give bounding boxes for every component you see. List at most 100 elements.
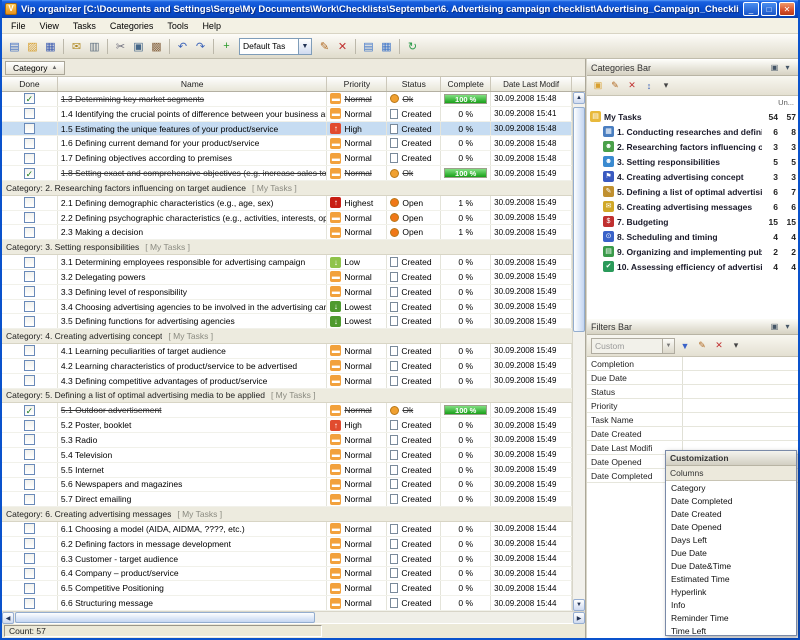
filter-field-value[interactable] [683,399,798,412]
done-checkbox[interactable] [24,583,35,594]
done-checkbox[interactable] [24,538,35,549]
delete-category-icon[interactable]: ✕ [625,79,639,93]
done-checkbox[interactable] [24,123,35,134]
task-row[interactable]: 3.2 Delegating powers▬NormalCreated0 %30… [2,270,572,285]
menu-categories[interactable]: Categories [103,20,161,32]
group-row[interactable]: Category: 3. Setting responsibilities[ M… [2,240,572,255]
menu-tools[interactable]: Tools [160,20,195,32]
panel-dock-icon[interactable]: ▣ [768,61,781,74]
new-file-icon[interactable]: ▤ [6,38,23,55]
categories-menu-icon[interactable]: ▾ [659,79,673,93]
tree-item[interactable]: ⚑4. Creating advertising concept33 [587,169,798,184]
customization-item[interactable]: Time Left [666,624,796,635]
done-checkbox[interactable] [24,434,35,445]
done-checkbox[interactable] [24,598,35,609]
tree-item[interactable]: ☻3. Setting responsibilities55 [587,154,798,169]
task-row[interactable]: 1.5 Estimating the unique features of yo… [2,122,572,137]
task-row[interactable]: 4.3 Defining competitive advantages of p… [2,374,572,389]
vertical-scroll-thumb[interactable] [573,107,585,332]
menu-tasks[interactable]: Tasks [66,20,103,32]
done-checkbox[interactable] [24,494,35,505]
done-checkbox[interactable] [24,271,35,282]
customization-item[interactable]: Date Completed [666,494,796,507]
chevron-down-icon[interactable]: ▼ [662,339,674,353]
group-row[interactable]: Category: 6. Creating advertising messag… [2,507,572,522]
done-checkbox[interactable] [24,286,35,297]
done-checkbox[interactable] [24,420,35,431]
customization-item[interactable]: Due Date [666,546,796,559]
task-row[interactable]: 4.1 Learning peculiarities of target aud… [2,344,572,359]
email-icon[interactable]: ✉ [68,38,85,55]
paste-icon[interactable]: ▩ [148,38,165,55]
menu-help[interactable]: Help [195,20,228,32]
cut-icon[interactable]: ✂ [112,38,129,55]
tree-item[interactable]: ✎5. Defining a list of optimal advertisi… [587,184,798,199]
done-checkbox[interactable] [24,227,35,238]
task-row[interactable]: 3.5 Defining functions for advertising a… [2,314,572,329]
new-category-icon[interactable]: ▣ [591,79,605,93]
task-row[interactable]: 2.2 Defining psychographic characteristi… [2,211,572,226]
edit-task-icon[interactable]: ✎ [316,38,333,55]
done-checkbox[interactable] [24,345,35,356]
task-row[interactable]: 6.5 Competitive Positioning▬NormalCreate… [2,581,572,596]
copy-icon[interactable]: ▣ [130,38,147,55]
task-row[interactable]: 5.7 Direct emailing▬NormalCreated0 %30.0… [2,492,572,507]
tree-item[interactable]: ☻2. Researching factors influencing on33 [587,139,798,154]
task-row[interactable]: 6.1 Choosing a model (AIDA, AIDMA, ????,… [2,522,572,537]
filter-field-row[interactable]: Task Name [587,413,798,427]
add-task-icon[interactable]: + [218,38,235,55]
task-list-view-icon[interactable]: ▤ [360,38,377,55]
customization-title[interactable]: Customization [666,451,796,466]
task-row[interactable]: 6.4 Company – product/service▬NormalCrea… [2,567,572,582]
task-row[interactable]: ✓5.1 Outdoor advertisement▬NormalOk100 %… [2,403,572,418]
task-row[interactable]: 5.3 Radio▬NormalCreated0 %30.09.2008 15:… [2,433,572,448]
filter-field-value[interactable] [683,371,798,384]
save-icon[interactable]: ▦ [42,38,59,55]
filter-field-row[interactable]: Completion [587,357,798,371]
move-category-icon[interactable]: ↕ [642,79,656,93]
done-checkbox[interactable] [24,257,35,268]
column-header-priority[interactable]: Priority [327,77,387,91]
done-checkbox[interactable] [24,553,35,564]
done-checkbox[interactable] [24,523,35,534]
scroll-right-icon[interactable]: ▶ [573,612,585,624]
edit-category-icon[interactable]: ✎ [608,79,622,93]
task-row[interactable]: ✓1.8 Setting exact and comprehensive obj… [2,166,572,181]
customization-item[interactable]: Due Date&Time [666,559,796,572]
task-row[interactable]: 6.6 Structuring message▬NormalCreated0 %… [2,596,572,611]
done-checkbox[interactable] [24,212,35,223]
vertical-scrollbar[interactable]: ▲ ▼ [572,92,585,611]
open-folder-icon[interactable]: ▨ [24,38,41,55]
redo-icon[interactable]: ↷ [192,38,209,55]
done-checkbox[interactable] [24,138,35,149]
edit-filter-icon[interactable]: ✎ [695,339,709,353]
done-checkbox[interactable]: ✓ [24,405,35,416]
done-checkbox[interactable] [24,375,35,386]
horizontal-scroll-thumb[interactable] [15,612,315,623]
customization-item[interactable]: Hyperlink [666,585,796,598]
task-row[interactable]: 1.6 Defining current demand for your pro… [2,136,572,151]
tree-item[interactable]: ⊙8. Scheduling and timing44 [587,229,798,244]
filter-field-value[interactable] [683,427,798,440]
task-row[interactable]: 3.1 Determining employees responsible fo… [2,255,572,270]
maximize-button[interactable]: □ [761,2,777,16]
scroll-up-icon[interactable]: ▲ [573,92,585,104]
filter-preset-combo[interactable]: Custom ▼ [591,338,675,354]
done-checkbox[interactable] [24,360,35,371]
menu-file[interactable]: File [4,20,33,32]
filter-field-value[interactable] [683,357,798,370]
customization-item[interactable]: Reminder Time [666,611,796,624]
task-template-combo[interactable]: Default Tas ▼ [239,38,312,55]
panel-menu-icon[interactable]: ▾ [781,320,794,333]
horizontal-scrollbar[interactable]: ◀ ▶ [2,611,585,623]
task-row[interactable]: 4.2 Learning characteristics of product/… [2,359,572,374]
column-header-status[interactable]: Status [387,77,441,91]
customization-item[interactable]: Date Created [666,507,796,520]
done-checkbox[interactable] [24,464,35,475]
group-row[interactable]: Category: 4. Creating advertising concep… [2,329,572,344]
close-button[interactable]: ✕ [779,2,795,16]
done-checkbox[interactable] [24,153,35,164]
customization-tab-columns[interactable]: Columns [666,466,796,481]
task-row[interactable]: 3.3 Defining level of responsibility▬Nor… [2,285,572,300]
tree-item[interactable]: $7. Budgeting1515 [587,214,798,229]
